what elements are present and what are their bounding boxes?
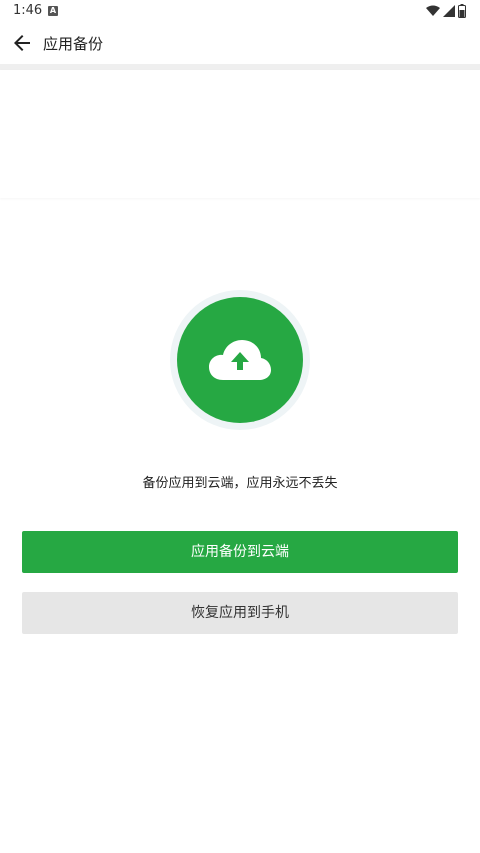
cloud-badge <box>170 290 310 430</box>
cloud-circle <box>177 297 303 423</box>
notification-a-icon: A <box>48 6 58 16</box>
backup-caption: 备份应用到云端，应用永远不丢失 <box>142 476 338 491</box>
back-arrow-icon[interactable] <box>10 31 34 55</box>
status-bar: 1:46 A <box>0 0 480 24</box>
signal-icon <box>443 5 455 17</box>
app-bar: 应用备份 <box>0 24 480 64</box>
backup-to-cloud-button[interactable]: 应用备份到云端 <box>22 531 458 573</box>
restore-to-phone-button[interactable]: 恢复应用到手机 <box>22 592 458 634</box>
page-title: 应用备份 <box>43 35 104 53</box>
status-time: 1:46 <box>13 3 43 18</box>
wifi-icon <box>426 5 440 16</box>
status-icons <box>426 4 466 18</box>
battery-icon <box>458 4 466 18</box>
cloud-upload-icon <box>209 340 271 380</box>
top-panel <box>0 70 480 198</box>
